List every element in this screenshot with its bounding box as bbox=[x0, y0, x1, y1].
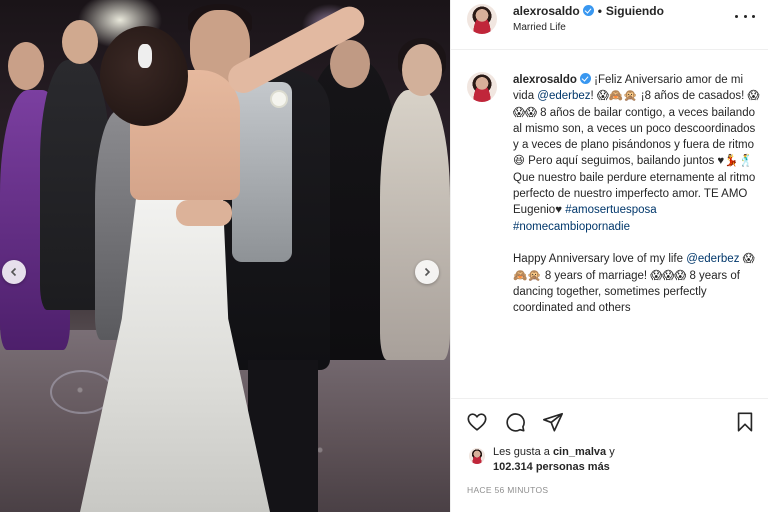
verified-badge-icon bbox=[582, 5, 594, 16]
guest-head bbox=[62, 20, 98, 64]
post-photo[interactable] bbox=[0, 0, 450, 512]
post-timestamp[interactable]: HACE 56 MINUTOS bbox=[467, 485, 548, 495]
guest-head bbox=[402, 44, 442, 96]
likes-middle: y bbox=[606, 446, 615, 458]
boutonniere bbox=[272, 92, 286, 106]
liker-username[interactable]: cin_malva bbox=[553, 446, 606, 458]
following-button[interactable]: Siguiendo bbox=[606, 4, 664, 18]
guest-head bbox=[330, 40, 370, 88]
post-header: alexrosaldo • Siguiendo Married Life bbox=[451, 0, 768, 50]
tiara bbox=[138, 44, 152, 68]
likes-prefix: Les gusta a bbox=[493, 446, 553, 458]
verified-badge-icon bbox=[579, 73, 591, 84]
likes-count[interactable]: 102.314 personas más bbox=[493, 461, 610, 473]
caption-text: alexrosaldo ¡Feliz Aniversario amor de m… bbox=[513, 72, 763, 316]
guest-silver-dress bbox=[380, 90, 450, 360]
share-icon[interactable] bbox=[541, 411, 565, 435]
mention-link[interactable]: @ederbez bbox=[686, 253, 739, 265]
hashtag-link[interactable]: #amosertuesposa bbox=[565, 204, 656, 216]
separator-dot: • bbox=[597, 4, 602, 18]
heart-icon[interactable] bbox=[465, 411, 489, 435]
avatar[interactable] bbox=[469, 448, 485, 464]
avatar[interactable] bbox=[467, 4, 497, 34]
groom-hand bbox=[176, 200, 232, 226]
post-actions: Les gusta a cin_malva y 102.314 personas … bbox=[451, 398, 768, 512]
username-link[interactable]: alexrosaldo bbox=[513, 4, 580, 18]
caption-part: ! 😱🙈🙊 ¡8 años de casados! 😱😱😱 8 años de … bbox=[513, 90, 760, 217]
header-user-row: alexrosaldo • Siguiendo bbox=[513, 4, 664, 18]
location-subtitle[interactable]: Married Life bbox=[513, 22, 566, 33]
caption-username[interactable]: alexrosaldo bbox=[513, 74, 577, 86]
chevron-right-icon[interactable] bbox=[415, 260, 439, 284]
guest-head bbox=[8, 42, 44, 90]
post-caption: alexrosaldo ¡Feliz Aniversario amor de m… bbox=[451, 50, 768, 398]
avatar[interactable] bbox=[467, 72, 497, 102]
likes-summary[interactable]: Les gusta a cin_malva y 102.314 personas … bbox=[493, 445, 753, 475]
bride-hair bbox=[100, 26, 188, 126]
post-side-panel: alexrosaldo • Siguiendo Married Life alexr… bbox=[450, 0, 768, 512]
bookmark-icon[interactable] bbox=[733, 411, 757, 435]
more-horizontal-icon[interactable] bbox=[735, 10, 755, 22]
comment-icon[interactable] bbox=[503, 411, 527, 435]
chevron-left-icon[interactable] bbox=[2, 260, 26, 284]
mention-link[interactable]: @ederbez bbox=[537, 90, 590, 102]
caption-part: Happy Anniversary love of my life bbox=[513, 253, 687, 266]
groom-vest bbox=[232, 82, 292, 262]
hashtag-link[interactable]: #nomecambiopornadie bbox=[513, 221, 630, 233]
